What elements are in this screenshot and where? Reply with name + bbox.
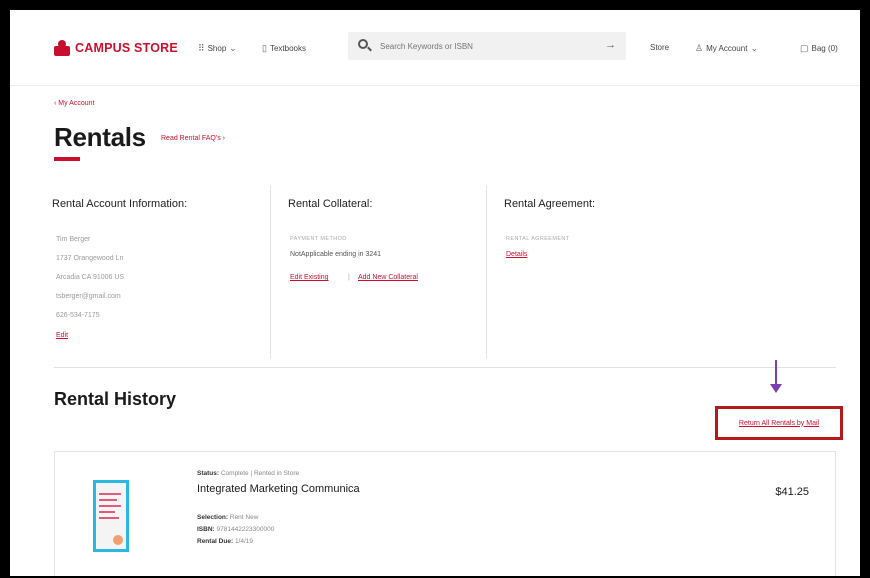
rental-item-card: Status: Complete | Rented in Store Integ… bbox=[54, 451, 836, 576]
payment-method-label: PAYMENT METHOD bbox=[290, 236, 347, 242]
rental-faq-label: Read Rental FAQ's bbox=[161, 135, 221, 142]
nav-textbooks-label: Textbooks bbox=[269, 44, 306, 53]
status-value: Complete | Rented in Store bbox=[220, 470, 300, 477]
rental-price: $41.25 bbox=[775, 486, 809, 498]
column-divider bbox=[270, 186, 271, 358]
rental-item-title[interactable]: Integrated Marketing Communica bbox=[197, 483, 360, 495]
rental-selection: Selection: Rent New bbox=[197, 514, 258, 521]
rental-status: Status: Complete | Rented in Store bbox=[197, 470, 299, 477]
nav-store[interactable]: Store bbox=[650, 43, 669, 52]
isbn-value: 9781442223300000 bbox=[216, 526, 275, 533]
rental-faq-link[interactable]: Read Rental FAQ's › bbox=[161, 135, 225, 142]
rental-agreement-label: RENTAL AGREEMENT bbox=[506, 236, 570, 242]
isbn-label: ISBN: bbox=[197, 526, 215, 533]
account-address-2: Arcadia CA 91006 US bbox=[56, 274, 125, 281]
search-bar: → bbox=[348, 32, 626, 60]
site-header: CAMPUS STORE ⠿ Shop ⌄ ▯ Textbooks → Stor… bbox=[10, 10, 860, 86]
breadcrumb-back-link[interactable]: ‹ My Account bbox=[54, 100, 94, 107]
chevron-right-icon: › bbox=[222, 135, 225, 142]
collateral-heading: Rental Collateral: bbox=[288, 198, 373, 210]
rental-history-title: Rental History bbox=[54, 389, 177, 409]
chevron-down-icon: ⌄ bbox=[229, 43, 237, 53]
annotation-arrow-icon bbox=[769, 360, 783, 394]
user-icon: ♙ bbox=[695, 43, 704, 53]
column-divider bbox=[486, 186, 487, 358]
nav-textbooks[interactable]: ▯ Textbooks bbox=[262, 43, 306, 54]
nav-my-account-label: My Account bbox=[706, 44, 748, 53]
nav-my-account[interactable]: ♙ My Account ⌄ bbox=[695, 43, 758, 54]
return-all-rentals-by-mail-link[interactable]: Return All Rentals by Mail bbox=[739, 420, 819, 427]
logo-text: CAMPUS STORE bbox=[75, 41, 178, 55]
title-accent-bar bbox=[54, 157, 80, 161]
edit-account-link[interactable]: Edit bbox=[56, 332, 68, 339]
status-label: Status: bbox=[197, 470, 220, 477]
payment-card-text: NotApplicable ending in 3241 bbox=[290, 251, 382, 258]
search-submit-arrow-icon[interactable]: → bbox=[605, 39, 616, 51]
book-cover-image[interactable] bbox=[93, 480, 129, 552]
annotation-highlight-box: Return All Rentals by Mail bbox=[715, 406, 843, 440]
nav-shop-label: Shop bbox=[207, 44, 227, 53]
add-new-collateral-link[interactable]: Add New Collateral bbox=[358, 274, 418, 281]
store-logo[interactable]: CAMPUS STORE bbox=[54, 40, 178, 56]
page-title: Rentals bbox=[54, 122, 146, 152]
nav-shop[interactable]: ⠿ Shop ⌄ bbox=[198, 43, 237, 54]
nav-store-label: Store bbox=[650, 43, 670, 52]
rental-due: Rental Due: 1/4/19 bbox=[197, 538, 253, 545]
nav-bag-label: Bag (0) bbox=[811, 44, 838, 53]
browser-page: CAMPUS STORE ⠿ Shop ⌄ ▯ Textbooks → Stor… bbox=[8, 8, 862, 578]
grid-icon: ⠿ bbox=[198, 43, 205, 53]
account-address-1: 1737 Orangewood Ln bbox=[56, 255, 124, 262]
edit-existing-collateral-link[interactable]: Edit Existing bbox=[290, 274, 329, 281]
bag-icon: ▢ bbox=[800, 43, 809, 53]
search-icon bbox=[358, 39, 372, 53]
agreement-details-link[interactable]: Details bbox=[506, 251, 527, 258]
due-value: 1/4/19 bbox=[234, 538, 254, 545]
chevron-down-icon: ⌄ bbox=[750, 43, 758, 53]
rental-isbn: ISBN: 9781442223300000 bbox=[197, 526, 274, 533]
link-separator: | bbox=[348, 274, 350, 281]
selection-value: Rent New bbox=[229, 514, 259, 521]
breadcrumb-label: My Account bbox=[58, 100, 95, 107]
logo-icon bbox=[54, 40, 70, 56]
account-name: Tim Berger bbox=[56, 236, 91, 243]
account-info-heading: Rental Account Information: bbox=[52, 198, 188, 210]
agreement-heading: Rental Agreement: bbox=[504, 198, 596, 210]
book-icon: ▯ bbox=[262, 43, 267, 53]
search-input[interactable] bbox=[380, 41, 590, 51]
account-email: tsberger@gmail.com bbox=[56, 293, 121, 300]
section-divider bbox=[54, 367, 836, 368]
nav-bag[interactable]: ▢ Bag (0) bbox=[800, 43, 838, 54]
due-label: Rental Due: bbox=[197, 538, 234, 545]
selection-label: Selection: bbox=[197, 514, 229, 521]
account-phone: 626-534-7175 bbox=[56, 312, 100, 319]
chevron-left-icon: ‹ bbox=[54, 100, 57, 107]
